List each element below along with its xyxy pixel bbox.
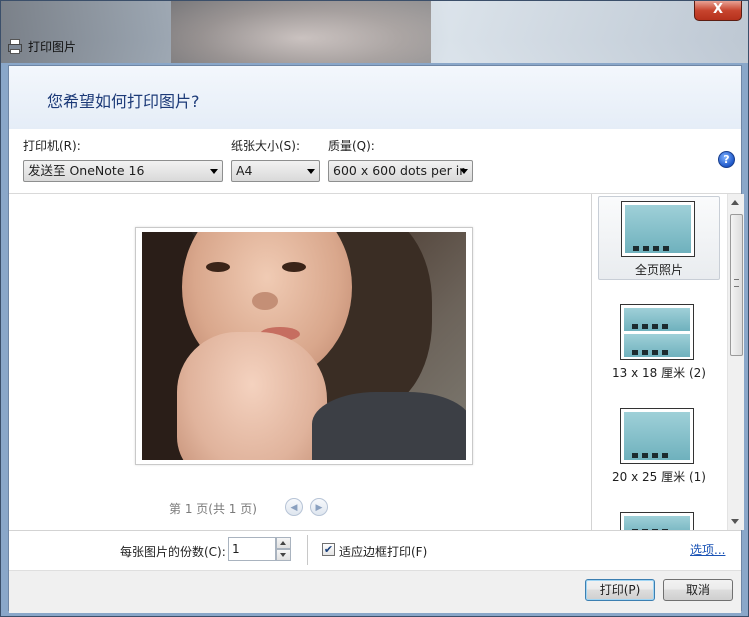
printer-icon (8, 39, 22, 54)
next-page-button[interactable]: ▶ (310, 498, 328, 516)
copies-increment-button[interactable] (276, 537, 291, 549)
page-title: 您希望如何打印图片? (47, 92, 200, 111)
quality-select[interactable]: 600 x 600 dots per ir (328, 160, 473, 182)
window-title: 打印图片 (28, 39, 77, 54)
layout-thumbnail (620, 512, 694, 530)
printer-select[interactable]: 发送至 OneNote 16 (23, 160, 223, 182)
options-link[interactable]: 选项... (690, 541, 725, 558)
copies-label: 每张图片的份数(C): (120, 545, 226, 559)
paper-size-select[interactable]: A4 (231, 160, 320, 182)
layout-item-20x25[interactable]: 20 x 25 厘米 (1) (598, 404, 720, 488)
scroll-up-icon[interactable] (731, 200, 739, 205)
quality-label: 质量(Q): (328, 139, 375, 153)
copies-decrement-button[interactable] (276, 549, 291, 561)
layout-list: 全页照片 13 x 18 厘米 (2) 20 x 25 厘米 (1) (591, 194, 744, 530)
paper-size-label: 纸张大小(S): (231, 139, 301, 153)
layout-item-13x18[interactable]: 13 x 18 厘米 (2) (598, 300, 720, 384)
close-button[interactable]: X (694, 1, 742, 21)
help-icon[interactable]: ? (718, 151, 735, 168)
options-bar: 每张图片的份数(C): 1 ✔ 适应边框打印(F) 选项... (9, 530, 741, 571)
chevron-down-icon (460, 169, 468, 174)
layout-scrollbar[interactable] (727, 194, 744, 530)
chevron-down-icon (210, 169, 218, 174)
cancel-button[interactable]: 取消 (663, 579, 733, 601)
dialog-client-area: 您希望如何打印图片? 打印机(R): 发送至 OneNote 16 纸张大小(S… (8, 65, 744, 613)
copies-input[interactable]: 1 (228, 537, 276, 561)
layout-thumbnail (620, 304, 694, 360)
scroll-thumb[interactable] (730, 214, 743, 356)
printer-label: 打印机(R): (23, 139, 81, 153)
quality-select-value: 600 x 600 dots per ir (333, 163, 465, 178)
print-pictures-window: X 打印图片 您希望如何打印图片? 打印机(R): 发送至 OneNote 16… (0, 0, 749, 617)
dialog-footer: 打印(P) 取消 (9, 570, 741, 613)
layout-item-full-page[interactable]: 全页照片 (598, 196, 720, 280)
print-preview-area: 第 1 页(共 1 页) ◀ ▶ (9, 194, 591, 530)
title-bar: 打印图片 (8, 35, 76, 57)
printer-select-value: 发送至 OneNote 16 (28, 163, 145, 178)
print-button[interactable]: 打印(P) (585, 579, 655, 601)
layout-item-partial[interactable] (598, 508, 720, 530)
divider (307, 535, 308, 565)
page-indicator: 第 1 页(共 1 页) (169, 502, 257, 516)
layout-label: 20 x 25 厘米 (1) (612, 470, 706, 484)
dialog-header: 您希望如何打印图片? (9, 66, 741, 130)
print-settings-row: 打印机(R): 发送至 OneNote 16 纸张大小(S): A4 质量(Q)… (9, 129, 741, 194)
paper-size-select-value: A4 (236, 163, 253, 178)
layout-thumbnail (620, 408, 694, 464)
layout-label: 全页照片 (634, 263, 683, 277)
layout-thumbnail (621, 201, 695, 257)
chevron-down-icon (307, 169, 315, 174)
preview-photo (142, 232, 466, 460)
fit-to-frame-checkbox[interactable]: ✔ (322, 543, 335, 556)
frame-backdrop-image (171, 1, 431, 63)
fit-to-frame-label[interactable]: 适应边框打印(F) (339, 543, 427, 560)
previous-page-button[interactable]: ◀ (285, 498, 303, 516)
preview-page (135, 227, 473, 465)
layout-label: 13 x 18 厘米 (2) (612, 366, 706, 380)
scroll-down-icon[interactable] (731, 519, 739, 524)
